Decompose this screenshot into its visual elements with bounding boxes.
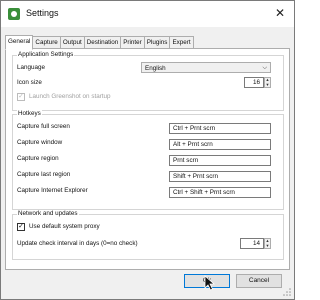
default-proxy-checkbox[interactable]: ✓ [17, 223, 25, 231]
application-settings-group: Application Settings Language English ⌵ … [12, 51, 284, 111]
tab-bar: General Capture Output Destination Print… [5, 35, 194, 50]
chevron-down-icon: ⌵ [262, 65, 267, 71]
network-updates-group: Network and updates ✓ Use default system… [12, 210, 284, 260]
network-updates-title: Network and updates [17, 210, 79, 217]
application-settings-title: Application Settings [17, 51, 75, 58]
update-interval-stepper[interactable]: ▲ ▼ [264, 238, 271, 249]
update-interval-label: Update check interval in days (0=no chec… [17, 240, 138, 247]
tab-general[interactable]: General [5, 35, 34, 50]
hotkey-input-window[interactable]: Alt + Prnt scrn [169, 139, 271, 150]
mouse-pointer-icon [204, 275, 216, 291]
hotkey-input-region[interactable]: Prnt scrn [169, 155, 271, 166]
resize-grip-icon[interactable] [282, 287, 292, 297]
hotkey-label-window: Capture window [17, 139, 63, 146]
title-bar: Settings ✕ [1, 1, 294, 27]
hotkey-label-last-region: Capture last region [17, 171, 71, 178]
hotkey-label-region: Capture region [17, 155, 59, 162]
language-value: English [145, 65, 166, 72]
hotkey-label-internet-explorer: Capture Internet Explorer [17, 187, 88, 194]
launch-on-startup-checkbox[interactable]: ✓ [17, 93, 25, 101]
hotkey-input-full-screen[interactable]: Ctrl + Prnt scrn [169, 123, 271, 134]
icon-size-label: Icon size [17, 79, 42, 86]
hotkey-label-full-screen: Capture full screen [17, 123, 70, 130]
window-title: Settings [26, 8, 59, 18]
close-icon[interactable]: ✕ [272, 5, 288, 21]
greenshot-app-icon [8, 8, 20, 20]
icon-size-stepper[interactable]: ▲ ▼ [264, 77, 271, 88]
language-label: Language [17, 64, 46, 71]
settings-window: Settings ✕ General Capture Output Destin… [0, 0, 295, 300]
default-proxy-label: Use default system proxy [29, 223, 100, 230]
hotkey-input-internet-explorer[interactable]: Ctrl + Shift + Prnt scrn [169, 187, 271, 198]
icon-size-input[interactable]: 16 [244, 77, 264, 88]
hotkeys-group: Hotkeys Capture full screen Ctrl + Prnt … [12, 110, 284, 210]
cancel-button[interactable]: Cancel [236, 274, 282, 288]
general-tab-panel: Application Settings Language English ⌵ … [5, 48, 290, 270]
launch-on-startup-label: Launch Greenshot on startup [29, 93, 111, 100]
update-interval-input[interactable]: 14 [240, 238, 264, 249]
language-select[interactable]: English ⌵ [141, 62, 271, 73]
hotkeys-title: Hotkeys [17, 110, 42, 117]
hotkey-input-last-region[interactable]: Shift + Prnt scrn [169, 171, 271, 182]
